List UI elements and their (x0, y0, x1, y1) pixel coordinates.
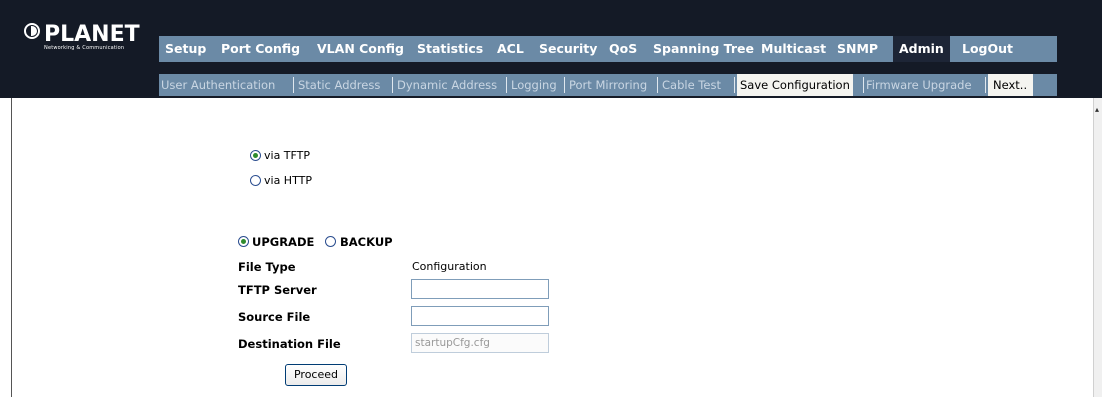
proceed-button[interactable]: Proceed (285, 364, 347, 386)
main-nav-setup[interactable]: Setup (165, 36, 206, 62)
brand-name: PLANET (44, 22, 140, 47)
destination-file-input[interactable]: startupCfg.cfg (411, 333, 549, 353)
sub-nav-divider (657, 77, 658, 93)
sub-nav-static-address[interactable]: Static Address (298, 74, 380, 96)
main-nav-multicast[interactable]: Multicast (761, 36, 826, 62)
main-nav: Setup Port Config VLAN Config Statistics… (159, 36, 1057, 62)
sub-nav-divider (392, 77, 393, 93)
file-type-value: Configuration (412, 260, 487, 273)
file-type-label: File Type (238, 260, 296, 274)
sub-nav-save-configuration[interactable]: Save Configuration (737, 74, 853, 96)
sub-nav-divider (863, 77, 864, 93)
upgrade-label: UPGRADE (252, 235, 315, 249)
tftp-server-input[interactable] (411, 279, 549, 299)
sub-nav-cable-test[interactable]: Cable Test (662, 74, 721, 96)
vertical-scrollbar[interactable] (1093, 98, 1102, 397)
content-left-border (11, 98, 12, 397)
main-nav-vlan-config[interactable]: VLAN Config (317, 36, 404, 62)
main-nav-spanning-tree[interactable]: Spanning Tree (653, 36, 754, 62)
main-nav-snmp[interactable]: SNMP (837, 36, 878, 62)
planet-logo[interactable]: PLANET Networking & Communication (12, 10, 152, 51)
via-tftp-label: via TFTP (264, 149, 311, 162)
backup-radio[interactable] (325, 236, 336, 247)
sub-nav-dynamic-address[interactable]: Dynamic Address (397, 74, 497, 96)
via-http-label: via HTTP (264, 174, 312, 187)
sub-nav-divider (506, 77, 507, 93)
source-file-label: Source File (238, 310, 311, 324)
main-nav-qos[interactable]: QoS (609, 36, 637, 62)
source-file-input[interactable] (411, 306, 549, 326)
via-http-radio[interactable] (250, 175, 261, 186)
sub-nav-divider (564, 77, 565, 93)
sub-nav-next[interactable]: Next.. (988, 74, 1034, 96)
main-nav-logout[interactable]: LogOut (962, 36, 1013, 62)
main-nav-acl[interactable]: ACL (497, 36, 524, 62)
destination-file-label: Destination File (238, 337, 341, 351)
header-bar: PLANET Networking & Communication Setup … (0, 0, 1102, 98)
sub-nav-divider (293, 77, 294, 93)
content-area: ▴ via TFTP via HTTP UPGRADE BACKUP File … (0, 98, 1102, 397)
planet-logo-icon (24, 23, 40, 39)
main-nav-security[interactable]: Security (539, 36, 597, 62)
sub-nav: User Authentication Static Address Dynam… (159, 74, 1057, 96)
main-nav-port-config[interactable]: Port Config (221, 36, 300, 62)
main-nav-statistics[interactable]: Statistics (417, 36, 483, 62)
sub-nav-port-mirroring[interactable]: Port Mirroring (569, 74, 647, 96)
brand-tagline: Networking & Communication (44, 45, 125, 51)
sub-nav-firmware-upgrade[interactable]: Firmware Upgrade (866, 74, 972, 96)
tftp-server-label: TFTP Server (238, 283, 317, 297)
backup-label: BACKUP (340, 235, 393, 249)
scroll-up-arrow-icon[interactable]: ▴ (1095, 106, 1102, 114)
sub-nav-divider (985, 77, 986, 93)
sub-nav-user-authentication[interactable]: User Authentication (161, 74, 275, 96)
via-tftp-radio[interactable] (250, 150, 261, 161)
sub-nav-logging[interactable]: Logging (511, 74, 557, 96)
sub-nav-divider (734, 77, 735, 93)
upgrade-radio[interactable] (238, 236, 249, 247)
main-nav-admin[interactable]: Admin (893, 36, 950, 62)
